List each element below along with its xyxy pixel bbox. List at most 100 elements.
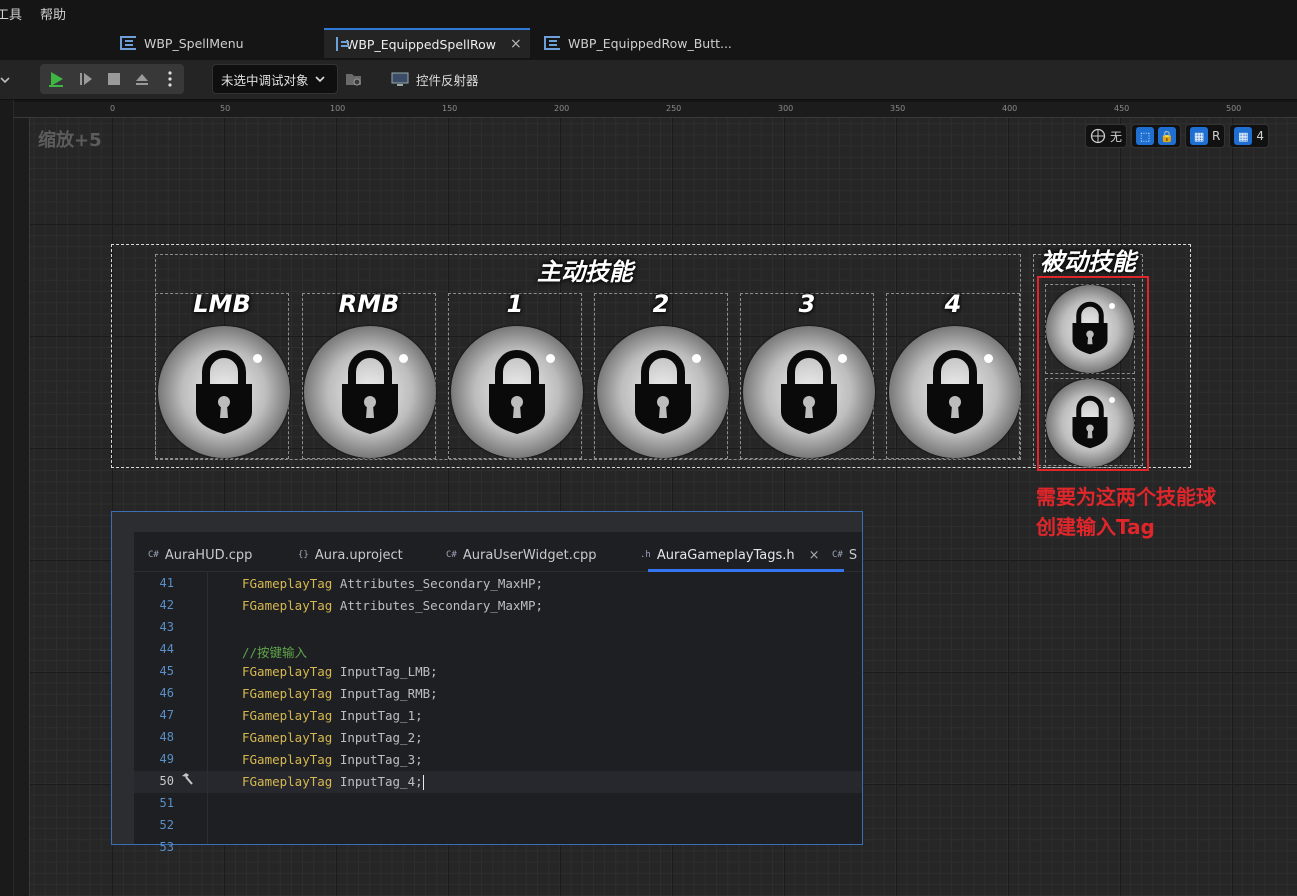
tab-label: WBP_EquippedSpellRow	[346, 36, 496, 52]
code-identifier: InputTag_2;	[339, 730, 423, 745]
code-tab-label: AuraHUD.cpp	[164, 547, 253, 563]
tab-label: WBP_EquippedRow_Butt...	[568, 35, 732, 51]
code-identifier: Attributes_Secondary_MaxMP;	[339, 598, 544, 613]
widget-blueprint-icon	[544, 36, 560, 50]
grid-icon: ▦	[1234, 127, 1253, 145]
spell-globe-2[interactable]	[597, 326, 729, 458]
viewport-toolbar: 无 ⬚ 🔒 ▦ R ▦ 4	[1085, 124, 1269, 148]
tab-wbp-spellmenu[interactable]: WBP_SpellMenu	[108, 28, 256, 58]
widget-reflector-label: 控件反射器	[416, 72, 479, 88]
ruler-horizontal: 0 50 100 150 200 250 300 350 400 450 500	[14, 102, 1297, 118]
browse-folder-icon[interactable]	[344, 68, 364, 90]
tab-wbp-equippedrow-button[interactable]: WBP_EquippedRow_Butt...	[532, 28, 744, 58]
code-identifier: InputTag_1;	[339, 708, 423, 723]
ruler-tick: 50	[220, 104, 231, 113]
code-line: FGameplayTag InputTag_RMB;	[242, 686, 438, 701]
line-number: 53	[159, 840, 174, 854]
close-icon[interactable]: ×	[809, 548, 820, 563]
outline-lock-toggle[interactable]: ⬚ 🔒	[1131, 124, 1182, 148]
line-number: 46	[159, 686, 174, 700]
ruler-vertical	[14, 118, 30, 896]
widget-reflector-button[interactable]: 控件反射器	[390, 64, 479, 94]
editor-tab-bar: WBP_SpellMenu WBP_EquippedSpellRow × WBP…	[0, 24, 1297, 60]
code-tab-overflow[interactable]: C# S	[832, 542, 857, 568]
localization-label: 无	[1110, 129, 1123, 144]
dotted-outline-icon: ⬚	[1136, 127, 1155, 145]
cpp-file-icon: C#	[832, 550, 843, 560]
lock-icon	[781, 350, 837, 434]
annotation-text: 需要为这两个技能球 创建输入Tag	[1036, 482, 1286, 542]
code-tab-label: Aura.uproject	[314, 547, 403, 563]
eject-icon[interactable]	[132, 69, 152, 89]
spell-globe-3[interactable]	[743, 326, 875, 458]
lock-icon	[635, 350, 691, 434]
ruler-tick: 150	[442, 104, 458, 113]
slot-label-rmb: RMB	[338, 290, 400, 318]
cpp-file-icon: C#	[446, 550, 457, 560]
lock-icon: 🔒	[1158, 127, 1177, 145]
hammer-icon[interactable]	[180, 772, 196, 788]
code-identifier: InputTag_4;	[339, 774, 423, 789]
close-icon[interactable]: ×	[510, 36, 522, 52]
lock-icon	[196, 350, 252, 434]
chevron-down-icon[interactable]	[0, 70, 10, 90]
line-number: 52	[159, 818, 174, 832]
ruler-tick: 200	[554, 104, 570, 113]
line-number: 51	[159, 796, 174, 810]
code-tab-aura-uproject[interactable]: {} Aura.uproject	[298, 542, 403, 568]
debug-object-select[interactable]: 未选中调试对象	[212, 64, 338, 94]
active-spells-title: 主动技能	[537, 258, 633, 286]
more-options-icon[interactable]	[162, 69, 178, 89]
code-type: FGameplayTag	[242, 730, 333, 745]
spell-globe-lmb[interactable]	[158, 326, 290, 458]
lock-icon	[489, 350, 545, 434]
play-controls	[40, 64, 184, 94]
localization-toggle[interactable]: 无	[1085, 124, 1128, 148]
line-number: 50	[159, 774, 174, 788]
line-number: 45	[159, 664, 174, 678]
respect-locks-toggle[interactable]: ▦ R	[1185, 124, 1226, 148]
spell-globe-rmb[interactable]	[304, 326, 436, 458]
tab-label: WBP_SpellMenu	[144, 35, 244, 51]
annotation-line-2: 创建输入Tag	[1036, 515, 1155, 539]
grid-snap-toggle[interactable]: ▦ 4	[1229, 124, 1269, 148]
lock-icon	[342, 350, 398, 434]
code-type: FGameplayTag	[242, 708, 333, 723]
cpp-file-icon: C#	[148, 550, 159, 560]
ruler-tick: 100	[330, 104, 346, 113]
code-line: FGameplayTag InputTag_1;	[242, 708, 423, 723]
menu-help[interactable]: 帮助	[40, 4, 66, 23]
code-tab-aurahud-cpp[interactable]: C# AuraHUD.cpp	[148, 542, 252, 568]
left-panel-strip	[0, 100, 14, 896]
code-line: FGameplayTag Attributes_Secondary_MaxMP;	[242, 598, 543, 613]
line-number: 48	[159, 730, 174, 744]
code-tab-aurauserwidget-cpp[interactable]: C# AuraUserWidget.cpp	[446, 542, 596, 568]
lock-icon	[927, 350, 983, 434]
slot-label-lmb: LMB	[193, 290, 251, 318]
code-text-area[interactable]: FGameplayTag Attributes_Secondary_MaxHP;…	[208, 572, 862, 844]
chevron-down-icon	[314, 76, 325, 83]
zoom-label: 缩放+5	[38, 130, 102, 151]
code-type: FGameplayTag	[242, 576, 333, 591]
code-tab-auragameplaytags-h[interactable]: .h AuraGameplayTags.h ×	[640, 542, 820, 568]
monitor-icon	[391, 72, 409, 86]
line-number: 41	[159, 576, 174, 590]
line-number-gutter: 41 42 43 44 45 46 47 48 49 50 51 52 53	[134, 572, 208, 854]
step-icon[interactable]	[76, 69, 96, 89]
stop-icon[interactable]	[104, 69, 124, 89]
spell-globe-4[interactable]	[889, 326, 1021, 458]
slot-label-4: 4	[944, 290, 962, 318]
widget-blueprint-icon	[336, 37, 349, 51]
widget-blueprint-icon	[120, 36, 136, 50]
play-icon[interactable]	[46, 69, 68, 89]
line-number: 49	[159, 752, 174, 766]
annotation-line-1: 需要为这两个技能球	[1036, 485, 1216, 509]
ruler-tick: 250	[666, 104, 682, 113]
ruler-tick: 450	[1114, 104, 1130, 113]
tab-wbp-equippedspellrow[interactable]: WBP_EquippedSpellRow ×	[324, 28, 530, 58]
spell-globe-1[interactable]	[451, 326, 583, 458]
code-tab-label: S	[848, 547, 858, 563]
code-line: //按键输入	[242, 642, 307, 661]
debug-select-value: 未选中调试对象	[221, 72, 309, 88]
menu-tools[interactable]: 工具	[0, 4, 22, 23]
